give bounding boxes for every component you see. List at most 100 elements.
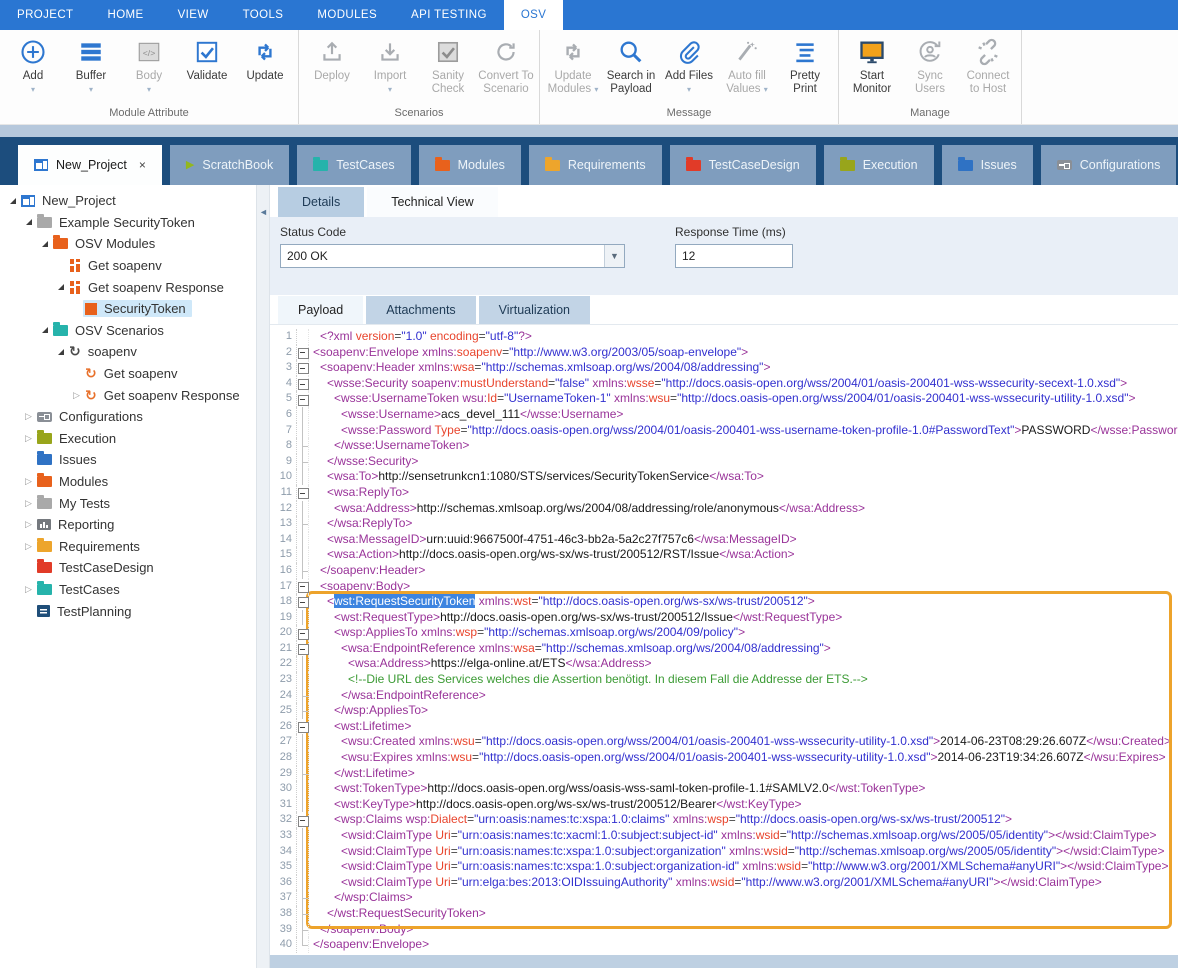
tree-item-configurations[interactable]: ▷Configurations (0, 406, 256, 428)
fold-collapse-icon[interactable] (296, 594, 309, 610)
code-line-34[interactable]: 34<wsid:ClaimType Uri="urn:oasis:names:t… (270, 844, 1178, 860)
code-line-36[interactable]: 36<wsid:ClaimType Uri="urn:elga:bes:2013… (270, 875, 1178, 891)
expander-closed-icon[interactable]: ▷ (22, 412, 35, 421)
add-files-button[interactable]: Add Files▾ (660, 35, 718, 94)
expander-open-icon[interactable] (54, 349, 67, 355)
payload-xml-editor[interactable]: 1<?xml version="1.0" encoding="utf-8"?>2… (270, 325, 1178, 955)
search-in-payload-button[interactable]: Search inPayload (602, 35, 660, 96)
expander-open-icon[interactable] (22, 219, 35, 225)
add-button[interactable]: Add▾ (4, 35, 62, 94)
code-line-2[interactable]: 2<soapenv:Envelope xmlns:soapenv="http:/… (270, 345, 1178, 361)
code-line-18[interactable]: 18<wst:RequestSecurityToken xmlns:wst="h… (270, 594, 1178, 610)
code-line-7[interactable]: 7<wsse:Password Type="http://docs.oasis-… (270, 423, 1178, 439)
fold-collapse-icon[interactable] (296, 625, 309, 641)
code-line-31[interactable]: 31<wst:KeyType>http://docs.oasis-open.or… (270, 797, 1178, 813)
expander-open-icon[interactable] (38, 327, 51, 333)
expander-closed-icon[interactable]: ▷ (22, 585, 35, 594)
code-line-11[interactable]: 11<wsa:ReplyTo> (270, 485, 1178, 501)
status-code-select[interactable]: 200 OK ▼ (280, 244, 625, 268)
tree-item-get-soapenv[interactable]: Get soapenv (0, 255, 256, 277)
tree-item-get-soapenv[interactable]: ↻Get soapenv (0, 363, 256, 385)
fold-collapse-icon[interactable] (296, 376, 309, 392)
tab-virtualization[interactable]: Virtualization (479, 296, 590, 324)
tree-item-securitytoken[interactable]: SecurityToken (0, 298, 256, 320)
horizontal-scrollbar[interactable] (270, 955, 1178, 968)
expander-closed-icon[interactable]: ▷ (22, 477, 35, 486)
fold-collapse-icon[interactable] (296, 391, 309, 407)
fold-collapse-icon[interactable] (296, 485, 309, 501)
buffer-button[interactable]: Buffer▾ (62, 35, 120, 94)
fold-collapse-icon[interactable] (296, 641, 309, 657)
code-line-20[interactable]: 20<wsp:AppliesTo xmlns:wsp="http://schem… (270, 625, 1178, 641)
tree-item-testcases[interactable]: ▷TestCases (0, 579, 256, 601)
code-line-40[interactable]: 40</soapenv:Envelope> (270, 937, 1178, 953)
ribbon-tab-osv[interactable]: OSV (504, 0, 564, 30)
document-tab-execution[interactable]: Execution (824, 145, 934, 185)
tree-item-soapenv[interactable]: ↻soapenv (0, 341, 256, 363)
collapse-splitter-icon[interactable]: ◄ (259, 207, 268, 217)
expander-closed-icon[interactable]: ▷ (22, 434, 35, 443)
ribbon-tab-view[interactable]: VIEW (161, 0, 226, 30)
fold-collapse-icon[interactable] (296, 579, 309, 595)
code-line-5[interactable]: 5<wsse:UsernameToken wsu:Id="UsernameTok… (270, 391, 1178, 407)
code-line-12[interactable]: 12<wsa:Address>http://schemas.xmlsoap.or… (270, 501, 1178, 517)
code-line-23[interactable]: 23<!--Die URL des Services welches die A… (270, 672, 1178, 688)
close-icon[interactable]: × (139, 158, 146, 172)
dropdown-arrow-icon[interactable]: ▾ (89, 85, 93, 94)
expander-open-icon[interactable] (6, 198, 19, 204)
ribbon-tab-home[interactable]: HOME (90, 0, 160, 30)
document-tab-testcasedesign[interactable]: TestCaseDesign (670, 145, 816, 185)
code-line-8[interactable]: 8</wsse:UsernameToken> (270, 438, 1178, 454)
code-line-39[interactable]: 39</soapenv:Body> (270, 922, 1178, 938)
code-line-17[interactable]: 17<soapenv:Body> (270, 579, 1178, 595)
document-tab-configurations[interactable]: Configurations (1041, 145, 1177, 185)
tree-item-new_project[interactable]: New_Project (0, 190, 256, 212)
code-line-6[interactable]: 6<wsse:Username>acs_devel_111</wsse:User… (270, 407, 1178, 423)
code-line-26[interactable]: 26<wst:Lifetime> (270, 719, 1178, 735)
tree-splitter[interactable]: ◄ (256, 185, 270, 968)
ribbon-tab-api-testing[interactable]: API TESTING (394, 0, 504, 30)
validate-button[interactable]: Validate (178, 35, 236, 83)
fold-collapse-icon[interactable] (296, 360, 309, 376)
code-line-21[interactable]: 21<wsa:EndpointReference xmlns:wsa="http… (270, 641, 1178, 657)
document-tab-new_project[interactable]: New_Project× (18, 145, 162, 185)
code-line-37[interactable]: 37</wsp:Claims> (270, 890, 1178, 906)
fold-collapse-icon[interactable] (296, 345, 309, 361)
tree-item-requirements[interactable]: ▷Requirements (0, 536, 256, 558)
ribbon-tab-tools[interactable]: TOOLS (226, 0, 301, 30)
tree-item-reporting[interactable]: ▷Reporting (0, 514, 256, 536)
fold-collapse-icon[interactable] (296, 812, 309, 828)
document-tab-testcases[interactable]: TestCases (297, 145, 410, 185)
response-time-input[interactable]: 12 (675, 244, 793, 268)
document-tab-requirements[interactable]: Requirements (529, 145, 662, 185)
expander-closed-icon[interactable]: ▷ (70, 391, 83, 400)
tree-item-get-soapenv-response[interactable]: Get soapenv Response (0, 276, 256, 298)
tree-item-testcasedesign[interactable]: TestCaseDesign (0, 557, 256, 579)
tab-payload[interactable]: Payload (278, 296, 363, 324)
ribbon-tab-modules[interactable]: MODULES (300, 0, 394, 30)
code-line-3[interactable]: 3<soapenv:Header xmlns:wsa="http://schem… (270, 360, 1178, 376)
expander-closed-icon[interactable]: ▷ (22, 499, 35, 508)
tree-item-testplanning[interactable]: TestPlanning (0, 600, 256, 622)
dropdown-arrow-icon[interactable]: ▾ (687, 85, 691, 94)
code-line-30[interactable]: 30<wst:TokenType>http://docs.oasis-open.… (270, 781, 1178, 797)
pretty-print-button[interactable]: PrettyPrint (776, 35, 834, 96)
code-line-14[interactable]: 14<wsa:MessageID>urn:uuid:9667500f-4751-… (270, 532, 1178, 548)
code-line-10[interactable]: 10<wsa:To>http://sensetrunkcn1:1080/STS/… (270, 469, 1178, 485)
code-line-28[interactable]: 28<wsu:Expires xmlns:wsu="http://docs.oa… (270, 750, 1178, 766)
tab-details[interactable]: Details (278, 187, 364, 217)
chevron-down-icon[interactable]: ▼ (604, 245, 624, 267)
code-line-24[interactable]: 24</wsa:EndpointReference> (270, 688, 1178, 704)
code-line-15[interactable]: 15<wsa:Action>http://docs.oasis-open.org… (270, 547, 1178, 563)
code-line-13[interactable]: 13</wsa:ReplyTo> (270, 516, 1178, 532)
start-monitor-button[interactable]: StartMonitor (843, 35, 901, 96)
tree-item-execution[interactable]: ▷Execution (0, 428, 256, 450)
dropdown-arrow-icon[interactable]: ▾ (31, 85, 35, 94)
tree-item-osv-scenarios[interactable]: OSV Scenarios (0, 320, 256, 342)
code-line-19[interactable]: 19<wst:RequestType>http://docs.oasis-ope… (270, 610, 1178, 626)
code-line-32[interactable]: 32<wsp:Claims wsp:Dialect="urn:oasis:nam… (270, 812, 1178, 828)
tab-attachments[interactable]: Attachments (366, 296, 475, 324)
expander-open-icon[interactable] (54, 284, 67, 290)
update-button[interactable]: Update (236, 35, 294, 83)
tree-item-example-securitytoken[interactable]: Example SecurityToken (0, 212, 256, 234)
